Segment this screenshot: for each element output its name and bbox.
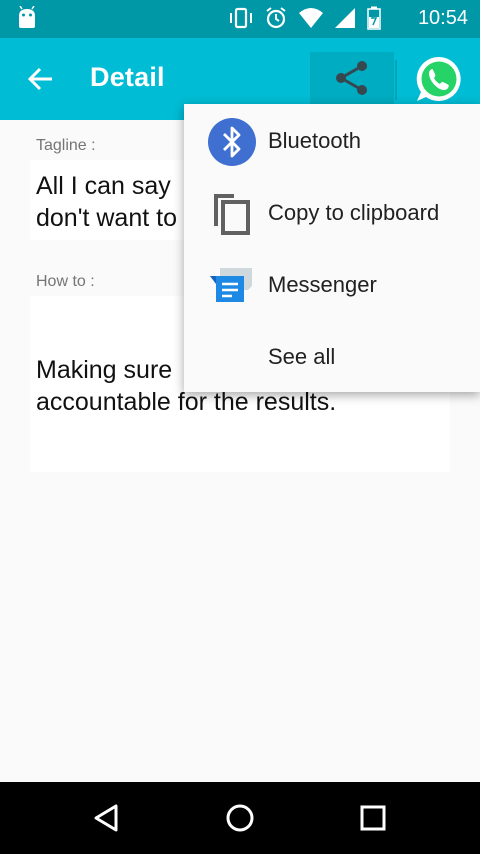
tagline-label: Tagline : — [36, 137, 96, 154]
share-button[interactable] — [310, 52, 394, 104]
signal-icon — [335, 8, 355, 28]
battery-icon — [367, 6, 381, 30]
share-item-label: Messenger — [268, 272, 377, 297]
toolbar-divider — [395, 60, 397, 100]
status-time: 10:54 — [417, 7, 468, 29]
page-title: Detail — [90, 62, 165, 92]
howto-label: How to : — [36, 273, 95, 290]
tagline-line-2: don't want to — [36, 204, 177, 232]
share-menu: Bluetooth Copy to clipboard Messenger Se… — [184, 104, 480, 392]
share-item-see-all[interactable]: See all — [184, 322, 480, 394]
navigation-bar — [0, 782, 480, 854]
arrow-left-icon[interactable] — [26, 64, 56, 94]
tagline-line-1: All I can say — [36, 172, 171, 200]
vibrate-icon — [230, 7, 252, 29]
bluetooth-icon — [208, 118, 256, 166]
recents-square-icon[interactable] — [355, 800, 391, 836]
share-item-copy[interactable]: Copy to clipboard — [184, 178, 480, 250]
messenger-icon — [210, 268, 252, 302]
share-icon — [336, 61, 367, 95]
share-item-label: Bluetooth — [268, 128, 361, 153]
android-icon — [19, 6, 35, 28]
home-circle-icon[interactable] — [222, 800, 258, 836]
share-item-messenger[interactable]: Messenger — [184, 250, 480, 322]
whatsapp-icon[interactable] — [414, 54, 464, 104]
share-item-bluetooth[interactable]: Bluetooth — [184, 106, 480, 178]
status-bar: 10:54 — [0, 0, 480, 38]
share-item-label: Copy to clipboard — [268, 200, 440, 225]
alarm-icon — [266, 7, 286, 29]
wifi-icon — [299, 8, 323, 28]
back-triangle-icon[interactable] — [88, 800, 124, 836]
howto-line-1: Making sure — [36, 356, 173, 384]
copy-icon — [214, 194, 250, 235]
share-item-label: See all — [268, 344, 336, 369]
